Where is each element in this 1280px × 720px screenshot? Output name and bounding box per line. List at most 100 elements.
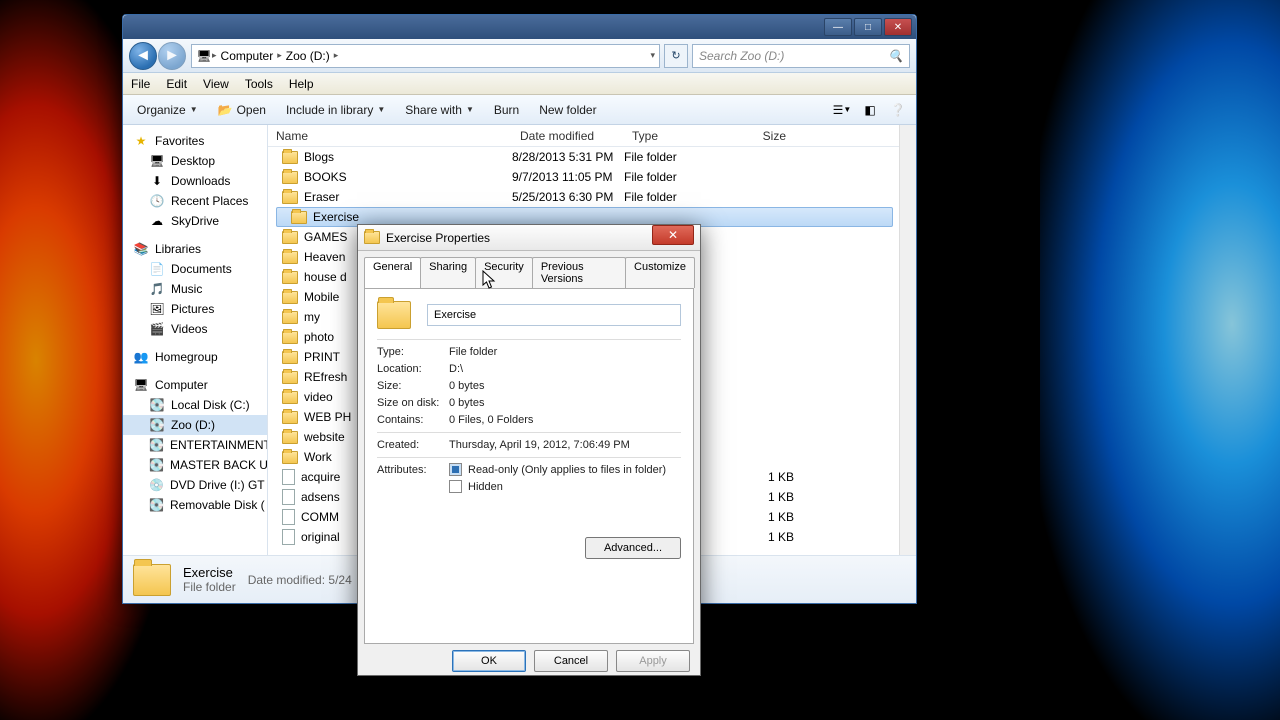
sidebar-item-desktop[interactable]: 🖥Desktop xyxy=(123,151,267,171)
tab-previous-versions[interactable]: Previous Versions xyxy=(532,257,626,288)
sidebar-item-masterback[interactable]: 💽MASTER BACK U xyxy=(123,455,267,475)
file-size: 1 KB xyxy=(734,510,794,524)
value-location: D:\ xyxy=(449,363,463,375)
sidebar-favorites[interactable]: ★Favorites xyxy=(123,131,267,151)
burn-button[interactable]: Burn xyxy=(486,100,527,120)
computer-icon: 🖥 xyxy=(133,377,149,393)
open-icon: 📂 xyxy=(218,103,233,117)
dialog-titlebar[interactable]: Exercise Properties ✕ xyxy=(358,225,700,251)
folder-icon xyxy=(282,171,298,184)
share-with-button[interactable]: Share with▼ xyxy=(397,100,482,120)
column-headers[interactable]: Name Date modified Type Size xyxy=(268,125,899,147)
tab-customize[interactable]: Customize xyxy=(625,257,695,288)
dialog-tabs: General Sharing Security Previous Versio… xyxy=(358,251,700,288)
file-icon xyxy=(282,529,295,545)
tab-general[interactable]: General xyxy=(364,257,421,288)
minimize-button[interactable]: — xyxy=(824,18,852,36)
close-button[interactable]: ✕ xyxy=(884,18,912,36)
label-location: Location: xyxy=(377,363,449,375)
computer-icon: 🖥 xyxy=(196,48,212,64)
file-name: photo xyxy=(304,330,334,344)
file-date: 9/7/2013 11:05 PM xyxy=(512,170,624,184)
file-row[interactable]: BOOKS9/7/2013 11:05 PMFile folder xyxy=(268,167,899,187)
hidden-checkbox[interactable] xyxy=(449,480,462,493)
address-dropdown-icon[interactable]: ▾ xyxy=(650,50,655,61)
ok-button[interactable]: OK xyxy=(452,650,526,672)
organize-button[interactable]: Organize▼ xyxy=(129,100,206,120)
sidebar-item-zoo-d[interactable]: 💽Zoo (D:) xyxy=(123,415,267,435)
tab-panel-general: Type:File folder Location:D:\ Size:0 byt… xyxy=(364,288,694,644)
label-created: Created: xyxy=(377,439,449,451)
recent-icon: 🕓 xyxy=(149,193,165,209)
file-type: File folder xyxy=(624,170,734,184)
label-attributes: Attributes: xyxy=(377,464,449,476)
value-contains: 0 Files, 0 Folders xyxy=(449,414,533,426)
sidebar-item-downloads[interactable]: ⬇Downloads xyxy=(123,171,267,191)
cancel-button[interactable]: Cancel xyxy=(534,650,608,672)
value-type: File folder xyxy=(449,346,497,358)
help-button[interactable]: ❔ xyxy=(886,99,910,121)
folder-name-input[interactable] xyxy=(427,304,681,326)
col-size[interactable]: Size xyxy=(734,129,794,143)
maximize-button[interactable]: □ xyxy=(854,18,882,36)
apply-button[interactable]: Apply xyxy=(616,650,690,672)
readonly-checkbox[interactable] xyxy=(449,463,462,476)
sidebar-homegroup[interactable]: 👥Homegroup xyxy=(123,347,267,367)
menu-edit[interactable]: Edit xyxy=(158,77,195,91)
titlebar[interactable]: — □ ✕ xyxy=(123,15,916,39)
value-size-on-disk: 0 bytes xyxy=(449,397,484,409)
col-date[interactable]: Date modified xyxy=(512,129,624,143)
advanced-button[interactable]: Advanced... xyxy=(585,537,681,559)
menu-help[interactable]: Help xyxy=(281,77,322,91)
file-name: website xyxy=(304,430,345,444)
file-row[interactable]: Blogs8/28/2013 5:31 PMFile folder xyxy=(268,147,899,167)
sidebar-item-pictures[interactable]: 🖼Pictures xyxy=(123,299,267,319)
sidebar-item-skydrive[interactable]: ☁SkyDrive xyxy=(123,211,267,231)
include-library-button[interactable]: Include in library▼ xyxy=(278,100,393,120)
details-name: Exercise xyxy=(183,565,236,580)
col-type[interactable]: Type xyxy=(624,129,734,143)
open-button[interactable]: 📂Open xyxy=(210,100,274,120)
view-options-button[interactable]: ☰ ▼ xyxy=(830,99,854,121)
sidebar-computer[interactable]: 🖥Computer xyxy=(123,375,267,395)
details-date: 5/24 xyxy=(328,573,351,587)
sidebar-libraries[interactable]: 📚Libraries xyxy=(123,239,267,259)
file-name: house d xyxy=(304,270,347,284)
libraries-icon: 📚 xyxy=(133,241,149,257)
sidebar-item-entertainment[interactable]: 💽ENTERTAINMENT xyxy=(123,435,267,455)
tab-sharing[interactable]: Sharing xyxy=(420,257,476,288)
label-contains: Contains: xyxy=(377,414,449,426)
file-name: Heaven xyxy=(304,250,345,264)
col-name[interactable]: Name xyxy=(268,129,512,143)
desktop-icon: 🖥 xyxy=(149,153,165,169)
refresh-button[interactable]: ↻ xyxy=(664,44,688,68)
back-button[interactable]: ◄ xyxy=(129,42,157,70)
sidebar-item-removable[interactable]: 💽Removable Disk ( xyxy=(123,495,267,515)
tab-security[interactable]: Security xyxy=(475,257,533,288)
sidebar-item-localdisk-c[interactable]: 💽Local Disk (C:) xyxy=(123,395,267,415)
menu-tools[interactable]: Tools xyxy=(237,77,281,91)
file-row[interactable]: Eraser5/25/2013 6:30 PMFile folder xyxy=(268,187,899,207)
file-name: Eraser xyxy=(304,190,339,204)
dialog-close-button[interactable]: ✕ xyxy=(652,225,694,245)
breadcrumb-computer[interactable]: Computer xyxy=(217,49,278,63)
new-folder-button[interactable]: New folder xyxy=(531,100,604,120)
breadcrumb-drive[interactable]: Zoo (D:) xyxy=(282,49,334,63)
menu-file[interactable]: File xyxy=(123,77,158,91)
address-bar[interactable]: 🖥 ▸ Computer ▸ Zoo (D:) ▸ ▾ xyxy=(191,44,660,68)
value-created: Thursday, April 19, 2012, 7:06:49 PM xyxy=(449,439,630,451)
folder-icon xyxy=(364,231,380,244)
search-input[interactable]: Search Zoo (D:) 🔍 xyxy=(692,44,910,68)
sidebar-item-recent[interactable]: 🕓Recent Places xyxy=(123,191,267,211)
sidebar-item-music[interactable]: 🎵Music xyxy=(123,279,267,299)
forward-button[interactable]: ► xyxy=(158,42,186,70)
file-name: Mobile xyxy=(304,290,339,304)
sidebar-item-dvd[interactable]: 💿DVD Drive (I:) GT xyxy=(123,475,267,495)
preview-pane-button[interactable]: ◧ xyxy=(858,99,882,121)
dialog-title: Exercise Properties xyxy=(386,231,490,245)
sidebar-item-documents[interactable]: 📄Documents xyxy=(123,259,267,279)
menu-view[interactable]: View xyxy=(195,77,237,91)
sidebar-item-videos[interactable]: 🎬Videos xyxy=(123,319,267,339)
folder-icon xyxy=(282,151,298,164)
scrollbar[interactable] xyxy=(899,125,916,555)
